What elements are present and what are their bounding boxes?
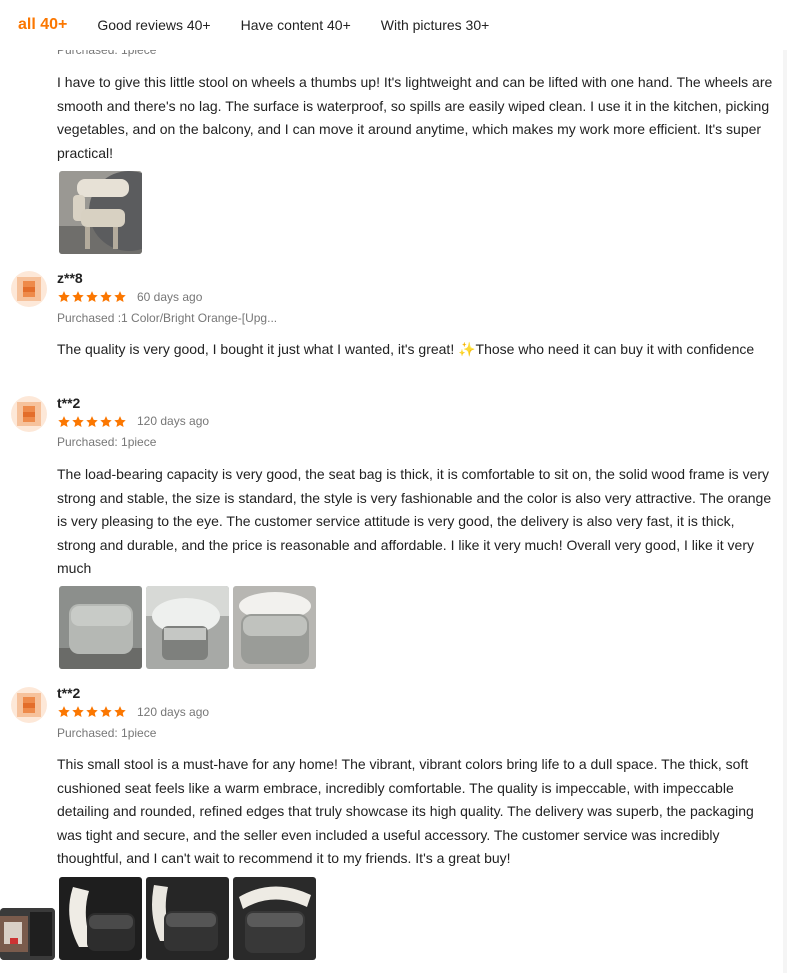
star-icon (72, 706, 84, 718)
review-photo[interactable] (59, 877, 142, 960)
review-photos (59, 586, 320, 669)
review-photo[interactable] (146, 586, 229, 669)
reviewer-name: t**2 (57, 685, 81, 701)
star-rating (57, 415, 127, 429)
review-photos (59, 877, 320, 960)
star-icon (100, 291, 112, 303)
star-icon (86, 706, 98, 718)
review-filter-tabs: all 40+ Good reviews 40+ Have content 40… (0, 0, 787, 50)
review-text: The quality is very good, I bought it ju… (57, 341, 755, 357)
reviewer-name: z**8 (57, 270, 83, 286)
review-text: This small stool is a must-have for any … (57, 756, 754, 866)
tab-all[interactable]: all 40+ (18, 16, 67, 34)
review-photo[interactable] (59, 586, 142, 669)
star-icon (100, 706, 112, 718)
star-icon (100, 416, 112, 428)
review-photo[interactable] (59, 171, 142, 254)
purchased-info: Purchased: 1piece (57, 435, 157, 449)
review-date: 120 days ago (137, 705, 210, 719)
reviews-list[interactable]: Purchased: 1piece I have to give this li… (0, 0, 787, 973)
review-text: The load-bearing capacity is very good, … (57, 466, 772, 576)
star-icon (58, 416, 70, 428)
star-icon (86, 416, 98, 428)
floating-product-thumbnail[interactable] (0, 908, 55, 960)
avatar (11, 271, 47, 307)
review-photos (59, 171, 146, 254)
star-icon (86, 291, 98, 303)
review-date: 120 days ago (137, 414, 210, 428)
tab-with-pictures[interactable]: With pictures 30+ (381, 17, 490, 33)
star-icon (114, 706, 126, 718)
review-text: I have to give this little stool on whee… (57, 74, 773, 161)
star-icon (114, 291, 126, 303)
review-photo[interactable] (233, 877, 316, 960)
tab-have-content[interactable]: Have content 40+ (241, 17, 351, 33)
purchased-info: Purchased :1 Color/Bright Orange-[Upg... (57, 311, 278, 325)
review-date: 60 days ago (137, 290, 203, 304)
avatar (11, 396, 47, 432)
review-photo[interactable] (233, 586, 316, 669)
star-rating (57, 290, 127, 304)
star-icon (58, 291, 70, 303)
star-icon (58, 706, 70, 718)
review-photo[interactable] (146, 877, 229, 960)
reviewer-name: t**2 (57, 395, 81, 411)
avatar (11, 687, 47, 723)
star-rating (57, 705, 127, 719)
purchased-info: Purchased: 1piece (57, 726, 157, 740)
scrollbar[interactable] (783, 0, 787, 973)
star-icon (72, 291, 84, 303)
tab-good-reviews[interactable]: Good reviews 40+ (97, 17, 210, 33)
star-icon (114, 416, 126, 428)
star-icon (72, 416, 84, 428)
